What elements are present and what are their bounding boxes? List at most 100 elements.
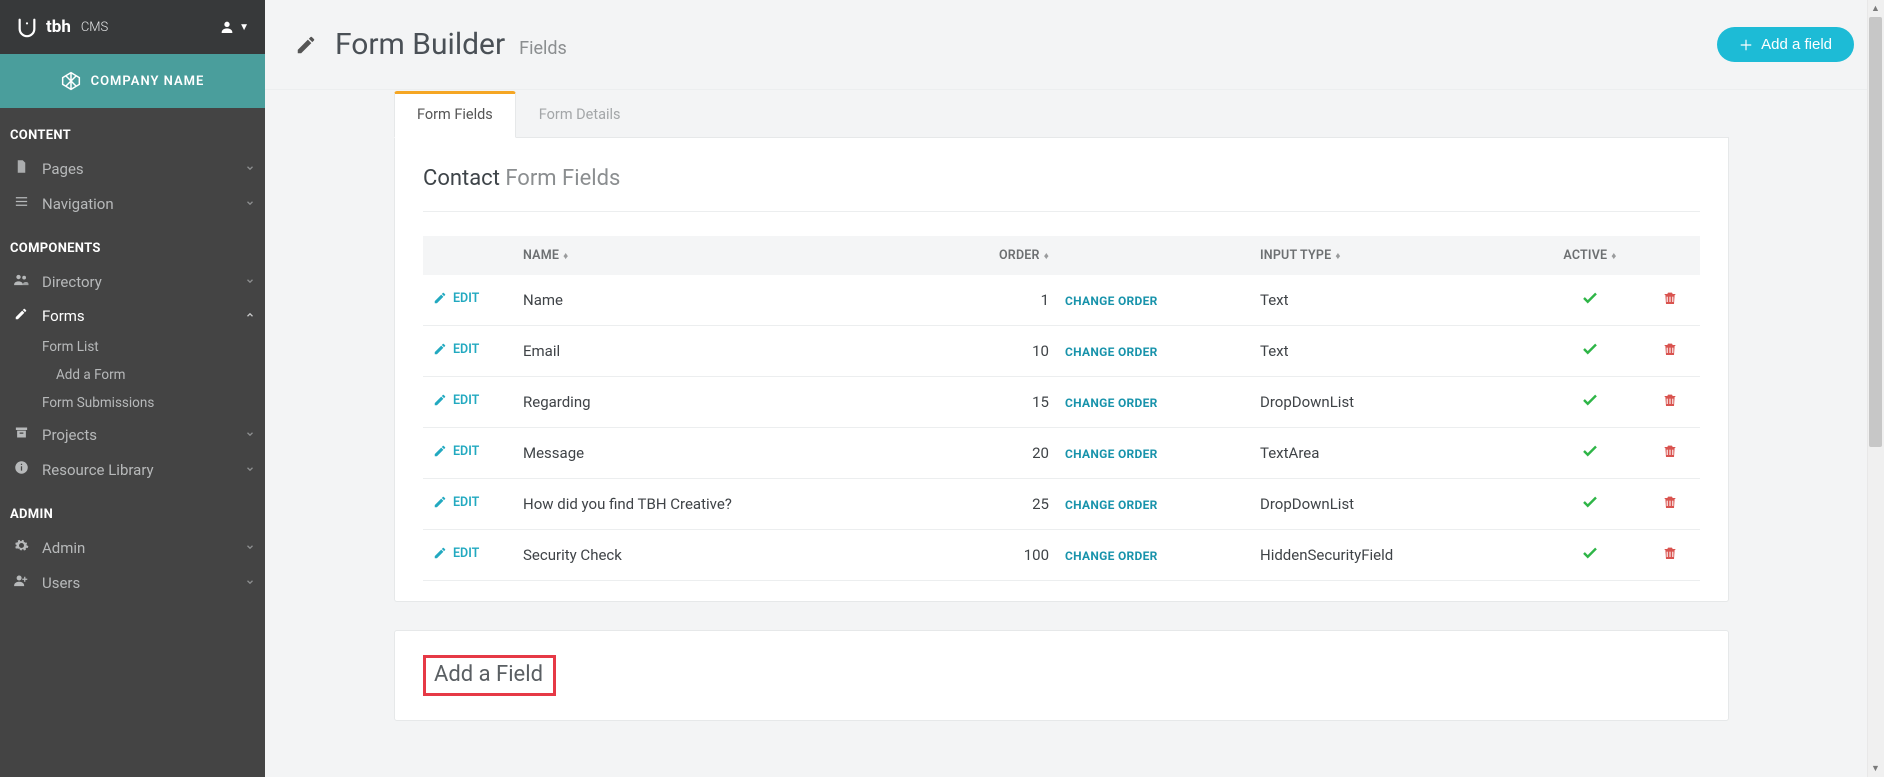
sidebar-item-forms[interactable]: Forms: [0, 299, 265, 333]
delete-button[interactable]: [1662, 548, 1678, 566]
sort-icon: ♦: [1611, 251, 1616, 262]
sidebar-item-label: Resource Library: [42, 461, 245, 479]
pencil-icon: [433, 291, 447, 305]
sidebar-item-pages[interactable]: Pages: [0, 151, 265, 186]
edit-link[interactable]: EDIT: [433, 495, 479, 510]
sidebar: tbh CMS ▼ COMPANY NAME CONTENTPagesNavig…: [0, 0, 265, 777]
scroll-down-icon[interactable]: ▼: [1867, 760, 1884, 777]
pencil-icon: [433, 495, 447, 509]
company-name: COMPANY NAME: [91, 74, 205, 89]
delete-button[interactable]: [1662, 497, 1678, 515]
tab-fields[interactable]: Form Fields: [394, 91, 516, 138]
chevron-up-icon: [245, 309, 255, 323]
archive-icon: [10, 425, 32, 444]
pencil-icon: [10, 307, 32, 325]
sidebar-subitem-form-submissions[interactable]: Form Submissions: [0, 389, 265, 417]
scrollbar[interactable]: ▲ ▼: [1867, 0, 1884, 777]
table-row: EDITName1CHANGE ORDERText: [423, 275, 1700, 326]
edit-link[interactable]: EDIT: [433, 291, 479, 306]
chevron-down-icon: [245, 576, 255, 590]
top-bar: Form Builder Fields Add a field: [265, 0, 1884, 90]
change-order-link[interactable]: CHANGE ORDER: [1065, 345, 1158, 359]
change-order-link[interactable]: CHANGE ORDER: [1065, 447, 1158, 461]
company-banner[interactable]: COMPANY NAME: [0, 54, 265, 108]
cell-input-type: Text: [1250, 326, 1540, 377]
edit-link[interactable]: EDIT: [433, 444, 479, 459]
table-row: EDITMessage20CHANGE ORDERTextArea: [423, 428, 1700, 479]
plus-icon: [1739, 38, 1753, 52]
pencil-icon: [433, 342, 447, 356]
caret-down-icon: ▼: [239, 22, 249, 33]
sidebar-item-label: Pages: [42, 160, 245, 178]
check-icon: [1581, 548, 1599, 566]
sidebar-item-navigation[interactable]: Navigation: [0, 186, 265, 221]
cell-input-type: TextArea: [1250, 428, 1540, 479]
main-area: Form Builder Fields Add a field Form Fie…: [265, 0, 1884, 777]
chevron-down-icon: [245, 428, 255, 442]
col-name[interactable]: NAME♦: [513, 236, 985, 275]
edit-label: EDIT: [453, 342, 479, 357]
scrollbar-thumb[interactable]: [1869, 17, 1882, 447]
cell-order: 1: [985, 275, 1055, 326]
tabs: Form FieldsForm Details: [394, 90, 1729, 138]
edit-link[interactable]: EDIT: [433, 342, 479, 357]
scroll-up-icon[interactable]: ▲: [1867, 0, 1884, 17]
users-icon: [10, 272, 32, 291]
sidebar-item-label: Projects: [42, 426, 245, 444]
sidebar-subitem-add-form[interactable]: Add a Form: [0, 361, 265, 389]
edit-link[interactable]: EDIT: [433, 393, 479, 408]
sidebar-top-bar: tbh CMS ▼: [0, 0, 265, 54]
chevron-down-icon: [245, 197, 255, 211]
add-field-button[interactable]: Add a field: [1717, 27, 1854, 62]
sidebar-item-projects[interactable]: Projects: [0, 417, 265, 452]
file-icon: [10, 159, 32, 178]
brand-mark-icon: [16, 16, 38, 38]
col-input-type[interactable]: INPUT TYPE♦: [1250, 236, 1540, 275]
cell-input-type: HiddenSecurityField: [1250, 530, 1540, 581]
delete-button[interactable]: [1662, 395, 1678, 413]
sort-icon: ♦: [563, 251, 568, 262]
edit-link[interactable]: EDIT: [433, 546, 479, 561]
edit-label: EDIT: [453, 291, 479, 306]
check-icon: [1581, 395, 1599, 413]
delete-button[interactable]: [1662, 293, 1678, 311]
cell-name: Message: [513, 428, 985, 479]
gear-icon: [10, 538, 32, 557]
change-order-link[interactable]: CHANGE ORDER: [1065, 294, 1158, 308]
check-icon: [1581, 446, 1599, 464]
pencil-icon: [433, 393, 447, 407]
sidebar-item-label: Admin: [42, 539, 245, 557]
sort-icon: ♦: [1335, 251, 1340, 262]
pencil-icon: [295, 34, 317, 61]
col-active[interactable]: ACTIVE♦: [1540, 236, 1640, 275]
sidebar-item-resources[interactable]: Resource Library: [0, 452, 265, 487]
bars-icon: [10, 194, 32, 213]
change-order-link[interactable]: CHANGE ORDER: [1065, 396, 1158, 410]
sidebar-item-label: Users: [42, 574, 245, 592]
edit-label: EDIT: [453, 393, 479, 408]
user-menu[interactable]: ▼: [219, 19, 249, 35]
sidebar-section-title: COMPONENTS: [0, 221, 265, 264]
sidebar-item-admin[interactable]: Admin: [0, 530, 265, 565]
sidebar-item-directory[interactable]: Directory: [0, 264, 265, 299]
edit-label: EDIT: [453, 546, 479, 561]
delete-button[interactable]: [1662, 446, 1678, 464]
brand-logo[interactable]: tbh CMS: [16, 16, 108, 38]
edit-label: EDIT: [453, 444, 479, 459]
col-delete: [1640, 236, 1700, 275]
sidebar-item-users[interactable]: Users: [0, 565, 265, 600]
brand-name: tbh: [46, 17, 71, 37]
change-order-link[interactable]: CHANGE ORDER: [1065, 549, 1158, 563]
info-icon: [10, 460, 32, 479]
tab-details[interactable]: Form Details: [516, 91, 644, 138]
cell-order: 15: [985, 377, 1055, 428]
chevron-down-icon: [245, 541, 255, 555]
change-order-link[interactable]: CHANGE ORDER: [1065, 498, 1158, 512]
col-order[interactable]: ORDER♦: [985, 236, 1055, 275]
add-field-button-label: Add a field: [1761, 36, 1832, 53]
table-row: EDITHow did you find TBH Creative?25CHAN…: [423, 479, 1700, 530]
delete-button[interactable]: [1662, 344, 1678, 362]
table-row: EDITSecurity Check100CHANGE ORDERHiddenS…: [423, 530, 1700, 581]
sidebar-subitem-form-list[interactable]: Form List: [0, 333, 265, 361]
form-fields-card: Contact Form Fields NAME♦ ORDER♦ INPUT T…: [394, 138, 1729, 602]
